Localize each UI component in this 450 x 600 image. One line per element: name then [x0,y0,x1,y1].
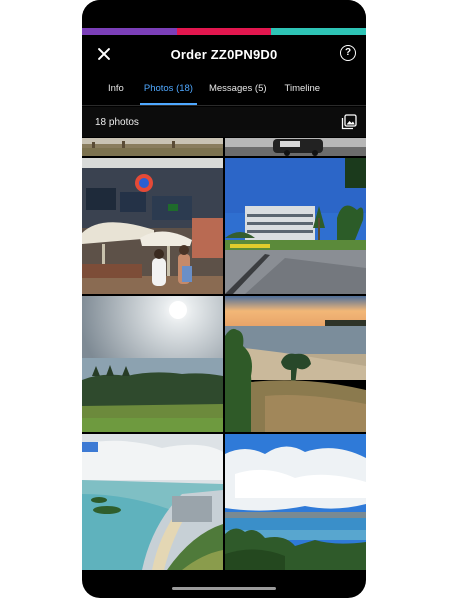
photo-thumbnail[interactable] [82,434,223,570]
brand-stripe-purple [82,28,177,35]
photos-count-row: 18 photos [82,107,366,137]
brand-color-bar [82,28,366,35]
photo-thumbnail[interactable] [225,158,366,294]
tab-timeline[interactable]: Timeline [277,76,329,105]
tab-photos[interactable]: Photos (18) [136,76,201,105]
photo-thumbnail[interactable] [225,138,366,156]
header-bar: Order ZZ0PN9D0 ? [82,36,366,72]
tab-bar: Info Photos (18) Messages (5) Timeline [82,76,366,106]
photo-thumbnail[interactable] [225,296,366,432]
tab-messages[interactable]: Messages (5) [201,76,275,105]
photo-thumbnail[interactable] [82,158,223,294]
close-icon[interactable] [94,44,114,64]
photo-thumbnail[interactable] [82,138,223,156]
brand-stripe-teal [271,28,366,35]
photo-thumbnail[interactable] [82,296,223,432]
home-indicator [172,587,276,590]
photo-grid [82,138,366,578]
tab-info[interactable]: Info [100,76,132,105]
photos-count-label: 18 photos [95,116,139,128]
brand-stripe-red [176,28,272,35]
status-bar [82,0,366,28]
photo-thumbnail[interactable] [225,434,366,570]
help-icon[interactable]: ? [340,45,356,61]
phone-frame: Order ZZ0PN9D0 ? Info Photos (18) Messag… [82,0,366,598]
page-title: Order ZZ0PN9D0 [170,46,278,62]
gallery-icon[interactable] [341,114,357,130]
